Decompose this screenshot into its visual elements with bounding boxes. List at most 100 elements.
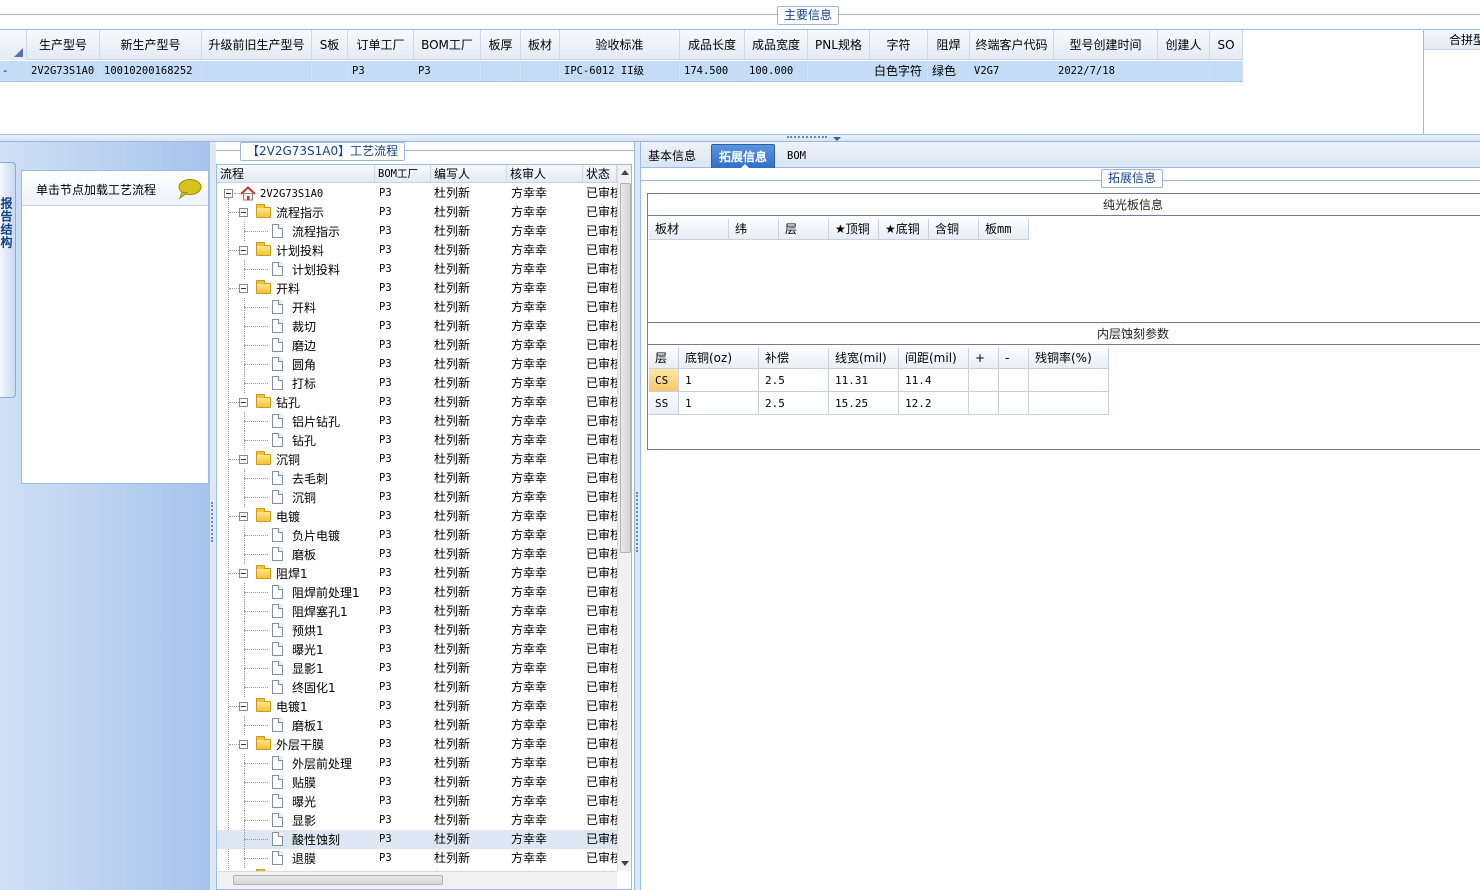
row-header-cell[interactable]: CS: [649, 369, 679, 392]
tree-step-node[interactable]: 裁切 P3 杜列新 方幸幸 已审核: [217, 317, 617, 336]
tree-step-node[interactable]: 贴膜 P3 杜列新 方幸幸 已审核: [217, 773, 617, 792]
collapse-icon[interactable]: [239, 569, 248, 578]
scroll-down-icon[interactable]: [621, 861, 629, 866]
scroll-thumb[interactable]: [233, 875, 443, 885]
collapse-icon[interactable]: [239, 455, 248, 464]
column-header[interactable]: 成品宽度: [745, 30, 808, 60]
tree-group-node[interactable]: 沉铜 P3 杜列新 方幸幸 已审核: [217, 450, 617, 469]
column-header[interactable]: 订单工厂: [348, 30, 414, 60]
row-indicator[interactable]: -: [0, 61, 27, 81]
column-header[interactable]: 纬: [729, 219, 779, 240]
tree-horizontal-scrollbar[interactable]: [217, 871, 617, 889]
column-header[interactable]: 层: [649, 348, 679, 369]
tree-step-node[interactable]: 计划投料 P3 杜列新 方幸幸 已审核: [217, 260, 617, 279]
tree-step-node[interactable]: 沉铜 P3 杜列新 方幸幸 已审核: [217, 488, 617, 507]
table-cell[interactable]: 11.31: [829, 369, 899, 392]
grid-cell[interactable]: 100.000: [745, 61, 808, 81]
column-header[interactable]: PNL规格: [808, 30, 870, 60]
collapse-icon[interactable]: [239, 512, 248, 521]
tree-group-node[interactable]: 流程指示 P3 杜列新 方幸幸 已审核: [217, 203, 617, 222]
column-header[interactable]: 升级前旧生产型号: [202, 30, 312, 60]
column-header[interactable]: 含铜: [929, 219, 979, 240]
tree-group-node[interactable]: 计划投料 P3 杜列新 方幸幸 已审核: [217, 241, 617, 260]
tree-step-node[interactable]: 铝片钻孔 P3 杜列新 方幸幸 已审核: [217, 412, 617, 431]
grid-cell[interactable]: 174.500: [680, 61, 745, 81]
grid-cell[interactable]: 2V2G73S1A0: [27, 61, 100, 81]
column-header[interactable]: 生产型号: [27, 30, 100, 60]
grid-cell[interactable]: [481, 61, 521, 81]
tab-0[interactable]: 基本信息: [641, 144, 703, 168]
tree-step-node[interactable]: 磨板 P3 杜列新 方幸幸 已审核: [217, 545, 617, 564]
column-header[interactable]: S板: [312, 30, 348, 60]
tree-column-header[interactable]: 流程: [217, 165, 375, 183]
column-header[interactable]: 残铜率(%): [1029, 348, 1109, 369]
column-header[interactable]: 创建人: [1158, 30, 1210, 60]
tree-step-node[interactable]: 显影 P3 杜列新 方幸幸 已审核: [217, 811, 617, 830]
tree-step-node[interactable]: 外层前处理 P3 杜列新 方幸幸 已审核: [217, 754, 617, 773]
tree-column-header[interactable]: BOM工厂: [375, 165, 431, 183]
tree-group-node[interactable]: 外层干膜 P3 杜列新 方幸幸 已审核: [217, 735, 617, 754]
table-cell[interactable]: 15.25: [829, 392, 899, 415]
table-cell[interactable]: [999, 369, 1029, 392]
table-cell[interactable]: 2.5: [759, 392, 829, 415]
vertical-tab-report-structure[interactable]: 报告结构: [0, 162, 16, 398]
column-header[interactable]: ★底铜: [879, 219, 929, 240]
column-header[interactable]: SO: [1210, 30, 1243, 60]
grid-cell[interactable]: [202, 61, 312, 81]
grid-cell[interactable]: [1210, 61, 1243, 81]
table-cell[interactable]: [1029, 392, 1109, 415]
tree-step-node[interactable]: 磨边 P3 杜列新 方幸幸 已审核: [217, 336, 617, 355]
tree-column-header[interactable]: 编写人: [431, 165, 507, 183]
tree-step-node[interactable]: 负片电镀 P3 杜列新 方幸幸 已审核: [217, 526, 617, 545]
tree-step-node[interactable]: 显影1 P3 杜列新 方幸幸 已审核: [217, 659, 617, 678]
grid-cell[interactable]: 10010200168252: [100, 61, 202, 81]
column-header[interactable]: 板厚: [481, 30, 521, 60]
collapse-icon[interactable]: [239, 284, 248, 293]
tree-step-node[interactable]: 酸性蚀刻 P3 杜列新 方幸幸 已审核: [217, 830, 617, 849]
column-header[interactable]: +: [969, 348, 999, 369]
tree-step-node[interactable]: 阻焊塞孔1 P3 杜列新 方幸幸 已审核: [217, 602, 617, 621]
grid-cell[interactable]: P3: [348, 61, 414, 81]
column-header[interactable]: ★顶铜: [829, 219, 879, 240]
table-row[interactable]: CS 1 2.5 11.31 11.4: [649, 369, 1109, 392]
horizontal-splitter[interactable]: [0, 134, 1480, 142]
grid-cell[interactable]: [1158, 61, 1210, 81]
tree-vertical-scrollbar[interactable]: [617, 165, 631, 871]
collapse-icon[interactable]: [239, 398, 248, 407]
tree-step-node[interactable]: 开料 P3 杜列新 方幸幸 已审核: [217, 298, 617, 317]
column-header[interactable]: BOM工厂: [414, 30, 481, 60]
collapse-icon[interactable]: [239, 702, 248, 711]
column-header[interactable]: 板mm: [979, 219, 1029, 240]
collapse-icon[interactable]: [239, 208, 248, 217]
scroll-thumb[interactable]: [620, 183, 631, 553]
tree-step-node[interactable]: 曝光 P3 杜列新 方幸幸 已审核: [217, 792, 617, 811]
tree-step-node[interactable]: 打标 P3 杜列新 方幸幸 已审核: [217, 374, 617, 393]
column-header[interactable]: 板材: [649, 219, 729, 240]
tree-group-node[interactable]: 开料 P3 杜列新 方幸幸 已审核: [217, 279, 617, 298]
table-cell[interactable]: 2.5: [759, 369, 829, 392]
column-header[interactable]: 底铜(oz): [679, 348, 759, 369]
tree-step-node[interactable]: 终固化1 P3 杜列新 方幸幸 已审核: [217, 678, 617, 697]
column-header[interactable]: 线宽(mil): [829, 348, 899, 369]
grid-cell[interactable]: IPC-6012 II级: [560, 61, 680, 81]
table-cell[interactable]: [1029, 369, 1109, 392]
table-cell[interactable]: 1: [679, 369, 759, 392]
grid-cell[interactable]: [808, 61, 870, 81]
tree-column-header[interactable]: 状态: [583, 165, 617, 183]
column-header[interactable]: 新生产型号: [100, 30, 202, 60]
tree-root-node[interactable]: 2V2G73S1A0 P3 杜列新 方幸幸 已审核: [217, 184, 617, 203]
tree-step-node[interactable]: 曝光1 P3 杜列新 方幸幸 已审核: [217, 640, 617, 659]
tree-step-node[interactable]: 阻焊前处理1 P3 杜列新 方幸幸 已审核: [217, 583, 617, 602]
collapse-icon[interactable]: [239, 740, 248, 749]
column-header[interactable]: 补偿: [759, 348, 829, 369]
tree-step-node[interactable]: 钻孔 P3 杜列新 方幸幸 已审核: [217, 431, 617, 450]
tree-step-node[interactable]: 退膜 P3 杜列新 方幸幸 已审核: [217, 849, 617, 868]
grid-cell[interactable]: 2022/7/18: [1054, 61, 1158, 81]
tree-group-node[interactable]: 电镀1 P3 杜列新 方幸幸 已审核: [217, 697, 617, 716]
tree-step-node[interactable]: 预烘1 P3 杜列新 方幸幸 已审核: [217, 621, 617, 640]
column-header[interactable]: -: [999, 348, 1029, 369]
collapse-icon[interactable]: [239, 246, 248, 255]
tree-group-node[interactable]: 阻焊1 P3 杜列新 方幸幸 已审核: [217, 564, 617, 583]
row-header-cell[interactable]: SS: [649, 392, 679, 415]
tab-2[interactable]: BOM: [780, 144, 813, 168]
